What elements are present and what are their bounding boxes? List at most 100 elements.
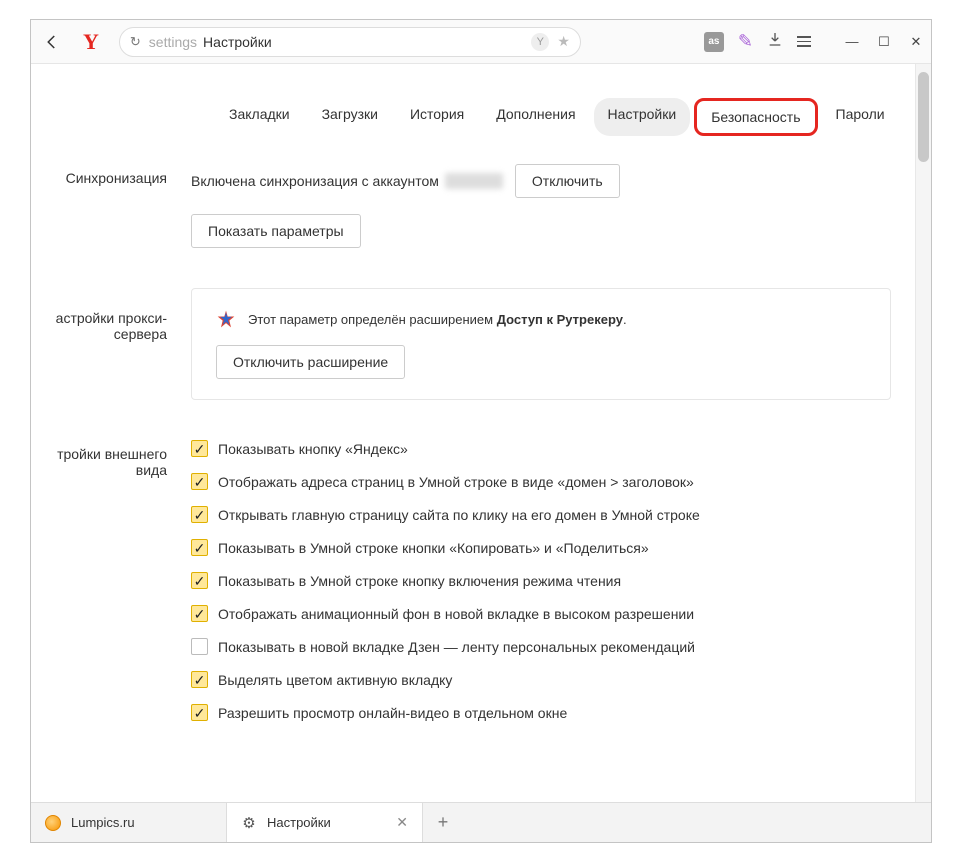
close-button[interactable]: ✕: [909, 34, 923, 50]
checkmark-icon: ✓: [194, 574, 206, 588]
checkmark-icon: ✓: [194, 706, 206, 720]
section-proxy-label: астройки прокси-сервера: [31, 288, 191, 400]
section-sync-body: Включена синхронизация с аккаунтом Отклю…: [191, 164, 931, 248]
checkbox-icon[interactable]: ✓: [191, 605, 208, 622]
appearance-option-label: Выделять цветом активную вкладку: [218, 672, 452, 688]
appearance-option[interactable]: Показывать в новой вкладке Дзен — ленту …: [191, 638, 891, 655]
tab-downloads[interactable]: Загрузки: [308, 98, 392, 136]
titlebar-left: Y: [39, 29, 105, 55]
section-proxy-body: Этот параметр определён расширением Дост…: [191, 288, 931, 400]
omnibox[interactable]: ↻ settings Настройки Y ★: [119, 27, 581, 57]
extension-star-icon: [216, 309, 236, 329]
checkmark-icon: ✓: [194, 673, 206, 687]
proxy-notice-extension-name: Доступ к Рутрекеру: [497, 312, 623, 327]
titlebar-right: as ✎ — ☐ ✕: [704, 31, 923, 52]
sync-status-label: Включена синхронизация с аккаунтом: [191, 173, 439, 189]
section-sync-label: Синхронизация: [31, 164, 191, 248]
tab-close-icon[interactable]: ✕: [396, 814, 408, 831]
titlebar: Y ↻ settings Настройки Y ★ as ✎ — ☐ ✕: [31, 20, 931, 64]
appearance-option[interactable]: ✓ Показывать кнопку «Яндекс»: [191, 440, 891, 457]
sync-show-params-button[interactable]: Показать параметры: [191, 214, 361, 248]
settings-nav-tabs: ЗакладкиЗагрузкиИсторияДополненияНастрой…: [215, 64, 931, 164]
sync-status-row: Включена синхронизация с аккаунтом Отклю…: [191, 164, 891, 198]
sync-account-blurred: [445, 173, 503, 189]
url-display: settings Настройки: [149, 34, 524, 50]
tabstrip: Lumpics.ru ⚙ Настройки ✕ +: [31, 802, 931, 842]
appearance-option-label: Показывать в Умной строке кнопку включен…: [218, 573, 621, 589]
checkmark-icon: ✓: [194, 508, 206, 522]
section-appearance-body: ✓ Показывать кнопку «Яндекс» ✓ Отображать а…: [191, 440, 931, 721]
url-title: Настройки: [203, 34, 272, 50]
content-area: ЗакладкиЗагрузкиИсторияДополненияНастрой…: [31, 64, 931, 802]
vertical-scrollbar[interactable]: [915, 64, 931, 802]
checkbox-icon[interactable]: ✓: [191, 440, 208, 457]
appearance-option[interactable]: ✓ Разрешить просмотр онлайн-видео в отдел…: [191, 704, 891, 721]
extension-lastfm-icon[interactable]: as: [704, 32, 724, 52]
appearance-option-label: Отображать анимационный фон в новой вкла…: [218, 606, 694, 622]
sync-disable-button[interactable]: Отключить: [515, 164, 620, 198]
appearance-option-label: Открывать главную страницу сайта по клик…: [218, 507, 700, 523]
appearance-option[interactable]: ✓ Открывать главную страницу сайта по кли…: [191, 506, 891, 523]
checkbox-icon[interactable]: ✓: [191, 473, 208, 490]
downloads-icon[interactable]: [767, 31, 783, 52]
section-appearance-label: тройки внешнего вида: [31, 440, 191, 721]
appearance-option[interactable]: ✓ Отображать анимационный фон в новой вкл…: [191, 605, 891, 622]
appearance-option-label: Показывать в новой вкладке Дзен — ленту …: [218, 639, 695, 655]
protect-icon[interactable]: Y: [531, 33, 549, 51]
section-appearance: тройки внешнего вида ✓ Показывать кнопку …: [31, 440, 931, 721]
appearance-option-label: Отображать адреса страниц в Умной строке…: [218, 474, 694, 490]
proxy-notice-row: Этот параметр определён расширением Дост…: [216, 309, 866, 329]
tab-security[interactable]: Безопасность: [694, 98, 817, 136]
checkmark-icon: ✓: [194, 442, 206, 456]
browser-window: Y ↻ settings Настройки Y ★ as ✎ — ☐ ✕: [30, 19, 932, 843]
tab-history[interactable]: История: [396, 98, 478, 136]
browser-tab[interactable]: ⚙ Настройки ✕: [227, 803, 423, 842]
minimize-button[interactable]: —: [845, 34, 859, 50]
url-prefix: settings: [149, 34, 197, 50]
appearance-option-label: Показывать кнопку «Яндекс»: [218, 441, 408, 457]
proxy-notice-box: Этот параметр определён расширением Дост…: [191, 288, 891, 400]
appearance-option[interactable]: ✓ Показывать в Умной строке кнопки «Копир…: [191, 539, 891, 556]
checkbox-icon[interactable]: ✓: [191, 671, 208, 688]
sync-status-text: Включена синхронизация с аккаунтом: [191, 173, 503, 189]
bookmark-star-icon[interactable]: ★: [557, 33, 570, 50]
browser-tab-label: Lumpics.ru: [71, 815, 135, 830]
appearance-option-label: Разрешить просмотр онлайн-видео в отдель…: [218, 705, 567, 721]
section-sync: Синхронизация Включена синхронизация с а…: [31, 164, 931, 248]
proxy-disable-extension-button[interactable]: Отключить расширение: [216, 345, 405, 379]
proxy-notice-suffix: .: [623, 312, 627, 327]
scrollbar-thumb[interactable]: [918, 72, 929, 162]
tab-extensions[interactable]: Дополнения: [482, 98, 589, 136]
back-button[interactable]: [39, 29, 65, 55]
menu-icon[interactable]: [797, 36, 811, 47]
proxy-notice-text: Этот параметр определён расширением Дост…: [248, 312, 627, 327]
tab-settings[interactable]: Настройки: [594, 98, 691, 136]
tab-passwords[interactable]: Пароли: [822, 98, 899, 136]
tab-bookmarks[interactable]: Закладки: [215, 98, 304, 136]
scroll-inner: ЗакладкиЗагрузкиИсторияДополненияНастрой…: [31, 64, 931, 802]
checkmark-icon: ✓: [194, 475, 206, 489]
checkbox-icon[interactable]: ✓: [191, 572, 208, 589]
new-tab-button[interactable]: +: [423, 803, 463, 842]
maximize-button[interactable]: ☐: [877, 34, 891, 50]
proxy-notice-prefix: Этот параметр определён расширением: [248, 312, 497, 327]
checkbox-icon[interactable]: ✓: [191, 704, 208, 721]
checkmark-icon: ✓: [194, 541, 206, 555]
gear-icon: ⚙: [241, 815, 257, 831]
checkbox-icon[interactable]: [191, 638, 208, 655]
browser-tab-label: Настройки: [267, 815, 331, 830]
checkmark-icon: ✓: [194, 607, 206, 621]
scroll-pane: ЗакладкиЗагрузкиИсторияДополненияНастрой…: [31, 64, 931, 802]
appearance-option[interactable]: ✓ Выделять цветом активную вкладку: [191, 671, 891, 688]
section-proxy: астройки прокси-сервера Этот параметр оп…: [31, 288, 931, 400]
feather-icon[interactable]: ✎: [738, 31, 753, 52]
appearance-option-label: Показывать в Умной строке кнопки «Копиро…: [218, 540, 649, 556]
window-controls: — ☐ ✕: [845, 34, 923, 50]
browser-tab[interactable]: Lumpics.ru: [31, 803, 227, 842]
appearance-option[interactable]: ✓ Показывать в Умной строке кнопку включе…: [191, 572, 891, 589]
reload-icon[interactable]: ↻: [130, 34, 141, 50]
checkbox-icon[interactable]: ✓: [191, 539, 208, 556]
yandex-logo[interactable]: Y: [83, 29, 99, 55]
appearance-option[interactable]: ✓ Отображать адреса страниц в Умной строк…: [191, 473, 891, 490]
checkbox-icon[interactable]: ✓: [191, 506, 208, 523]
